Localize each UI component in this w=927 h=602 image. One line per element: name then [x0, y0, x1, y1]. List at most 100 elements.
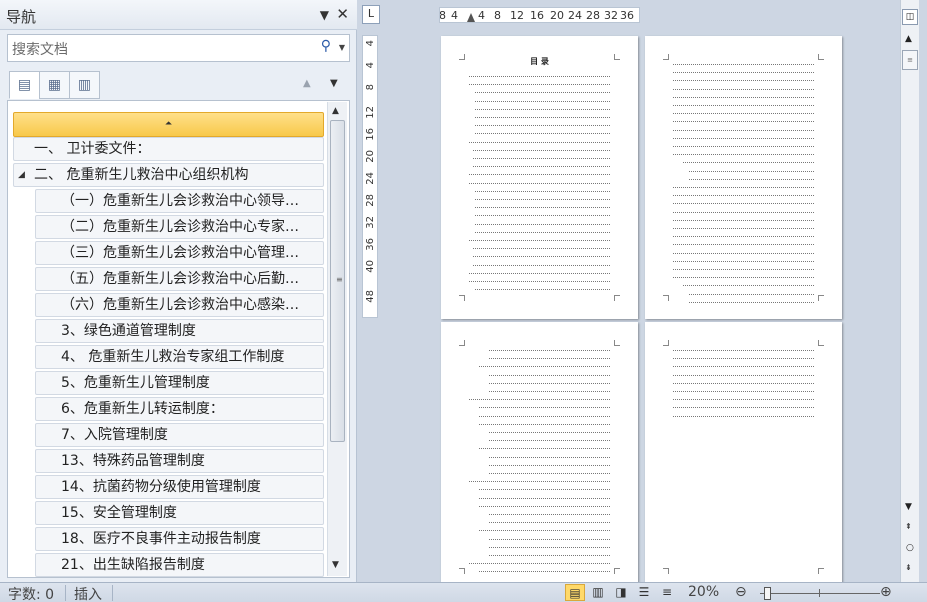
toc-line: [475, 131, 610, 135]
heading-label: 4、 危重新生儿救治专家组工作制度: [61, 349, 285, 365]
ruler-label: 28: [365, 194, 376, 207]
toc-line: [475, 230, 610, 233]
ruler-label: 4: [365, 40, 376, 47]
heading-item[interactable]: 15、安全管理制度: [35, 501, 324, 525]
ruler-label: 4: [365, 62, 376, 69]
scroll-up-arrow-icon[interactable]: ▲: [905, 34, 912, 44]
ruler-label: 4: [478, 9, 485, 22]
toc-line: [489, 471, 610, 474]
heading-item[interactable]: 21、出生缺陷报告制度: [35, 553, 324, 577]
heading-item[interactable]: 13、特殊药品管理制度: [35, 449, 324, 473]
nav-options-dropdown-icon[interactable]: ▼: [320, 8, 329, 22]
scroll-thumb[interactable]: ≡: [902, 50, 918, 70]
scroll-up-arrow-icon[interactable]: ▲: [332, 106, 339, 116]
draft-view-icon[interactable]: ≡: [657, 584, 677, 601]
page-2[interactable]: [645, 36, 842, 319]
toc-line: [683, 283, 814, 287]
heading-label: 5、危重新生儿管理制度: [61, 375, 210, 391]
heading-item[interactable]: （一）危重新生儿会诊救治中心领导…: [35, 189, 324, 213]
heading-label: （二）危重新生儿会诊救治中心专家…: [61, 219, 299, 235]
ruler-label: 8: [439, 9, 446, 22]
toc-line: [489, 520, 610, 524]
print-layout-icon[interactable]: ▤: [565, 584, 585, 601]
collapse-top-button[interactable]: ⏶: [13, 112, 324, 137]
view-ruler-icon[interactable]: ◫: [902, 9, 918, 25]
heading-item[interactable]: （六）危重新生儿会诊救治中心感染…: [35, 293, 324, 317]
nav-close-icon[interactable]: ✕: [336, 5, 349, 23]
zoom-out-icon[interactable]: ⊖: [735, 584, 747, 600]
outline-view-icon[interactable]: ☰: [634, 584, 654, 601]
next-arrow-icon[interactable]: ▼: [330, 78, 338, 89]
heading-label: 3、绿色通道管理制度: [61, 323, 196, 339]
toc-line: [469, 279, 610, 282]
previous-page-icon[interactable]: ⇞: [905, 522, 912, 531]
expand-arrow-icon[interactable]: ◢: [18, 164, 25, 186]
heading-label: 18、医疗不良事件主动报告制度: [61, 531, 261, 547]
search-icon[interactable]: ⚲: [321, 38, 331, 54]
toc-line: [689, 177, 814, 180]
tab-pages-icon[interactable]: ▦: [39, 71, 70, 99]
heading-item[interactable]: 5、危重新生儿管理制度: [35, 371, 324, 395]
toc-line: [683, 160, 814, 164]
toc-line: [673, 185, 814, 188]
document-area[interactable]: 目 录: [384, 27, 900, 582]
heading-item[interactable]: （二）危重新生儿会诊救治中心专家…: [35, 215, 324, 239]
toc-line: [689, 292, 814, 295]
web-layout-icon[interactable]: ◨: [611, 584, 631, 601]
crop-mark: [614, 54, 620, 60]
ruler-label: 36: [365, 238, 376, 251]
toc-line: [673, 356, 814, 360]
toc-line: [673, 95, 814, 98]
heading-label: 一、 卫计委文件：: [34, 141, 151, 157]
heading-item[interactable]: （五）危重新生儿会诊救治中心后勤…: [35, 267, 324, 291]
zoom-slider-thumb[interactable]: [764, 587, 771, 600]
insert-mode[interactable]: 插入: [74, 584, 102, 602]
toc-line: [473, 164, 610, 168]
tab-stop-selector[interactable]: L: [362, 5, 380, 24]
page-4[interactable]: [645, 322, 842, 582]
page-3[interactable]: [441, 322, 638, 582]
horizontal-ruler[interactable]: 8448121620242832364246: [439, 7, 640, 23]
heading-item[interactable]: 7、入院管理制度: [35, 423, 324, 447]
toc-line: [673, 275, 814, 279]
tab-headings-icon[interactable]: ▤: [9, 71, 40, 99]
scroll-down-arrow-icon[interactable]: ▼: [905, 502, 912, 512]
heading-item[interactable]: 14、抗菌药物分级使用管理制度: [35, 475, 324, 499]
browse-object-icon[interactable]: ○: [906, 543, 914, 553]
heading-item[interactable]: 3、绿色通道管理制度: [35, 319, 324, 343]
heading-item[interactable]: （三）危重新生儿会诊救治中心管理…: [35, 241, 324, 265]
next-page-icon[interactable]: ⇟: [905, 563, 912, 572]
crop-mark: [459, 568, 465, 574]
toc-line: [673, 226, 814, 229]
heading-item[interactable]: 6、危重新生儿转运制度：: [35, 397, 324, 421]
word-count[interactable]: 字数: 0: [8, 584, 54, 602]
toc-line: [475, 99, 610, 102]
zoom-in-icon[interactable]: ⊕: [880, 584, 892, 600]
scroll-down-arrow-icon[interactable]: ▼: [332, 560, 339, 570]
zoom-level[interactable]: 20%: [688, 584, 719, 600]
scroll-thumb[interactable]: ≡: [330, 120, 345, 442]
search-options-chevron-icon[interactable]: ▼: [339, 43, 345, 52]
toc-line: [473, 254, 610, 258]
heading-label: 6、危重新生儿转运制度：: [61, 401, 224, 417]
vertical-ruler[interactable]: 4 4 8 12 16 20 24 28 32 36 40 48: [362, 35, 378, 318]
heading-item[interactable]: ◢ 二、 危重新生儿救治中心组织机构: [13, 163, 324, 187]
document-scrollbar[interactable]: ◫ ▲ ≡ ▼ ⇞ ○ ⇟: [900, 0, 919, 582]
ruler-label: 4: [451, 9, 458, 22]
indent-marker-icon[interactable]: [467, 13, 475, 22]
full-screen-reading-icon[interactable]: ▥: [588, 584, 608, 601]
heading-item[interactable]: 18、医疗不良事件主动报告制度: [35, 527, 324, 551]
heading-item[interactable]: 一、 卫计委文件：: [13, 137, 324, 161]
toc-line: [475, 222, 610, 225]
toc-line: [473, 246, 610, 250]
page-1[interactable]: 目 录: [441, 36, 638, 319]
heading-label: 7、入院管理制度: [61, 427, 168, 443]
toc-line: [673, 136, 814, 139]
previous-arrow-icon[interactable]: ▲: [303, 78, 311, 89]
nav-scrollbar[interactable]: ▲ ≡ ▼: [327, 102, 347, 576]
zoom-slider[interactable]: [760, 593, 880, 594]
search-input[interactable]: 搜索文档 ⚲ ▼: [7, 34, 350, 62]
heading-item[interactable]: 4、 危重新生儿救治专家组工作制度: [35, 345, 324, 369]
tab-results-icon[interactable]: ▥: [69, 71, 100, 99]
toc-line: [489, 455, 610, 458]
